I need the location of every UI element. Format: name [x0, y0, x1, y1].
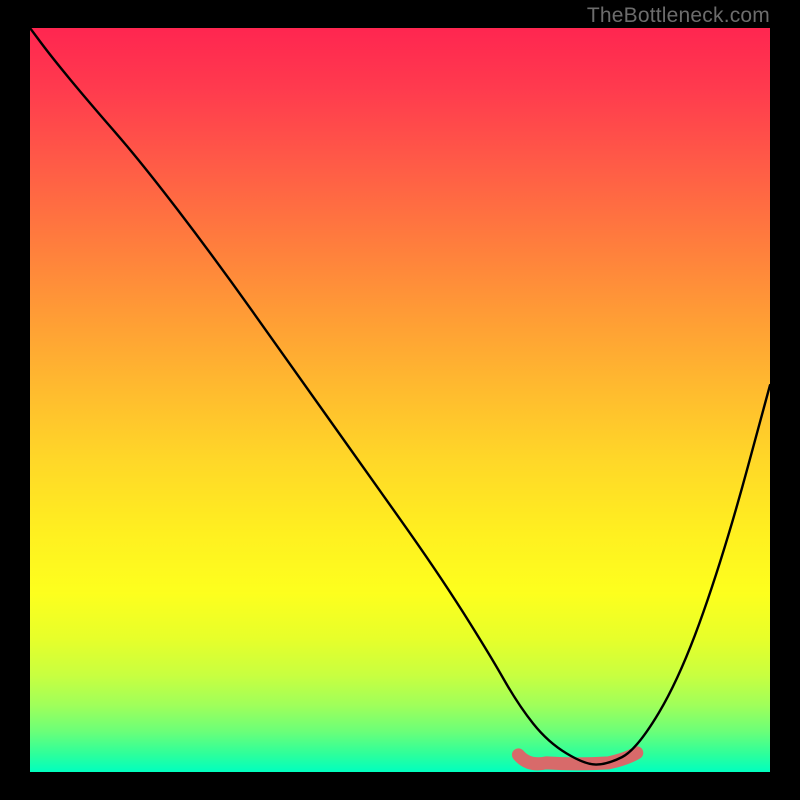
plot-area	[30, 28, 770, 772]
chart-stage: TheBottleneck.com	[0, 0, 800, 800]
chart-svg	[30, 28, 770, 772]
bottleneck-curve-path	[30, 28, 770, 765]
watermark-text: TheBottleneck.com	[587, 4, 770, 28]
